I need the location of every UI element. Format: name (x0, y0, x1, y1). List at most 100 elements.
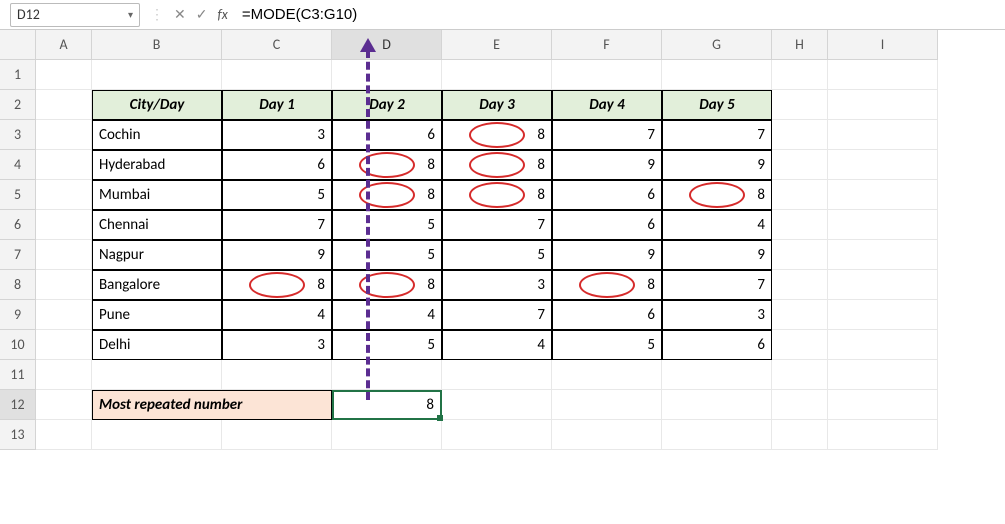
row-header-9[interactable]: 9 (0, 300, 36, 330)
cell-A10[interactable] (36, 330, 92, 360)
cell-C1[interactable] (222, 60, 332, 90)
col-header-D[interactable]: D (332, 30, 442, 60)
cell-E11[interactable] (442, 360, 552, 390)
cell-D7[interactable]: 5 (332, 240, 442, 270)
cell-C13[interactable] (222, 420, 332, 450)
cell-E5[interactable]: 8 (442, 180, 552, 210)
cell-F13[interactable] (552, 420, 662, 450)
cell-D4[interactable]: 8 (332, 150, 442, 180)
name-box[interactable]: D12 ▾ (10, 3, 140, 27)
cell-F6[interactable]: 6 (552, 210, 662, 240)
cell-B13[interactable] (92, 420, 222, 450)
label-most-repeated[interactable]: Most repeated number (92, 390, 332, 420)
cell-A4[interactable] (36, 150, 92, 180)
cell-G4[interactable]: 9 (662, 150, 772, 180)
header-day3[interactable]: Day 3 (442, 90, 552, 120)
row-header-8[interactable]: 8 (0, 270, 36, 300)
cell-H9[interactable] (772, 300, 828, 330)
cell-I6[interactable] (828, 210, 938, 240)
cell-A13[interactable] (36, 420, 92, 450)
cell-F11[interactable] (552, 360, 662, 390)
cell-C7[interactable]: 9 (222, 240, 332, 270)
cell-C3[interactable]: 3 (222, 120, 332, 150)
cell-E1[interactable] (442, 60, 552, 90)
city-hyderabad[interactable]: Hyderabad (92, 150, 222, 180)
row-header-4[interactable]: 4 (0, 150, 36, 180)
cell-F4[interactable]: 9 (552, 150, 662, 180)
cell-H11[interactable] (772, 360, 828, 390)
formula-input[interactable] (236, 3, 995, 27)
chevron-down-icon[interactable]: ▾ (128, 8, 133, 21)
cell-E8[interactable]: 3 (442, 270, 552, 300)
city-delhi[interactable]: Delhi (92, 330, 222, 360)
cell-F5[interactable]: 6 (552, 180, 662, 210)
enter-icon[interactable]: ✓ (196, 6, 208, 23)
cell-I2[interactable] (828, 90, 938, 120)
cell-D12[interactable]: 8 (332, 390, 442, 420)
cell-H1[interactable] (772, 60, 828, 90)
cell-I3[interactable] (828, 120, 938, 150)
cell-G13[interactable] (662, 420, 772, 450)
cell-A1[interactable] (36, 60, 92, 90)
cell-D8[interactable]: 8 (332, 270, 442, 300)
col-header-H[interactable]: H (772, 30, 828, 60)
cell-G8[interactable]: 7 (662, 270, 772, 300)
city-chennai[interactable]: Chennai (92, 210, 222, 240)
cell-I12[interactable] (828, 390, 938, 420)
cell-C4[interactable]: 6 (222, 150, 332, 180)
cell-E6[interactable]: 7 (442, 210, 552, 240)
cell-A7[interactable] (36, 240, 92, 270)
row-header-11[interactable]: 11 (0, 360, 36, 390)
col-header-E[interactable]: E (442, 30, 552, 60)
row-header-5[interactable]: 5 (0, 180, 36, 210)
cell-A9[interactable] (36, 300, 92, 330)
city-bangalore[interactable]: Bangalore (92, 270, 222, 300)
cancel-icon[interactable]: ✕ (174, 6, 186, 23)
cell-B1[interactable] (92, 60, 222, 90)
cell-H6[interactable] (772, 210, 828, 240)
cell-H2[interactable] (772, 90, 828, 120)
row-header-3[interactable]: 3 (0, 120, 36, 150)
cell-G7[interactable]: 9 (662, 240, 772, 270)
col-header-A[interactable]: A (36, 30, 92, 60)
cell-C11[interactable] (222, 360, 332, 390)
cell-H4[interactable] (772, 150, 828, 180)
cell-E9[interactable]: 7 (442, 300, 552, 330)
cell-A12[interactable] (36, 390, 92, 420)
cell-D10[interactable]: 5 (332, 330, 442, 360)
col-header-G[interactable]: G (662, 30, 772, 60)
cell-I11[interactable] (828, 360, 938, 390)
city-nagpur[interactable]: Nagpur (92, 240, 222, 270)
cell-H13[interactable] (772, 420, 828, 450)
spreadsheet-grid[interactable]: A B C D E F G H I 1 2 City/Day Day 1 Day… (0, 30, 1005, 450)
header-day5[interactable]: Day 5 (662, 90, 772, 120)
cell-F3[interactable]: 7 (552, 120, 662, 150)
cell-D6[interactable]: 5 (332, 210, 442, 240)
cell-A8[interactable] (36, 270, 92, 300)
cell-G12[interactable] (662, 390, 772, 420)
fx-icon[interactable]: fx (217, 6, 227, 23)
cell-G1[interactable] (662, 60, 772, 90)
select-all-corner[interactable] (0, 30, 36, 60)
col-header-C[interactable]: C (222, 30, 332, 60)
header-day1[interactable]: Day 1 (222, 90, 332, 120)
cell-I13[interactable] (828, 420, 938, 450)
cell-H3[interactable] (772, 120, 828, 150)
cell-G11[interactable] (662, 360, 772, 390)
cell-D1[interactable] (332, 60, 442, 90)
header-day2[interactable]: Day 2 (332, 90, 442, 120)
col-header-I[interactable]: I (828, 30, 938, 60)
row-header-13[interactable]: 13 (0, 420, 36, 450)
cell-B11[interactable] (92, 360, 222, 390)
cell-E3[interactable]: 8 (442, 120, 552, 150)
cell-G9[interactable]: 3 (662, 300, 772, 330)
cell-C10[interactable]: 3 (222, 330, 332, 360)
cell-A3[interactable] (36, 120, 92, 150)
cell-G10[interactable]: 6 (662, 330, 772, 360)
cell-H5[interactable] (772, 180, 828, 210)
cell-G6[interactable]: 4 (662, 210, 772, 240)
cell-F9[interactable]: 6 (552, 300, 662, 330)
cell-I1[interactable] (828, 60, 938, 90)
cell-F10[interactable]: 5 (552, 330, 662, 360)
cell-H12[interactable] (772, 390, 828, 420)
